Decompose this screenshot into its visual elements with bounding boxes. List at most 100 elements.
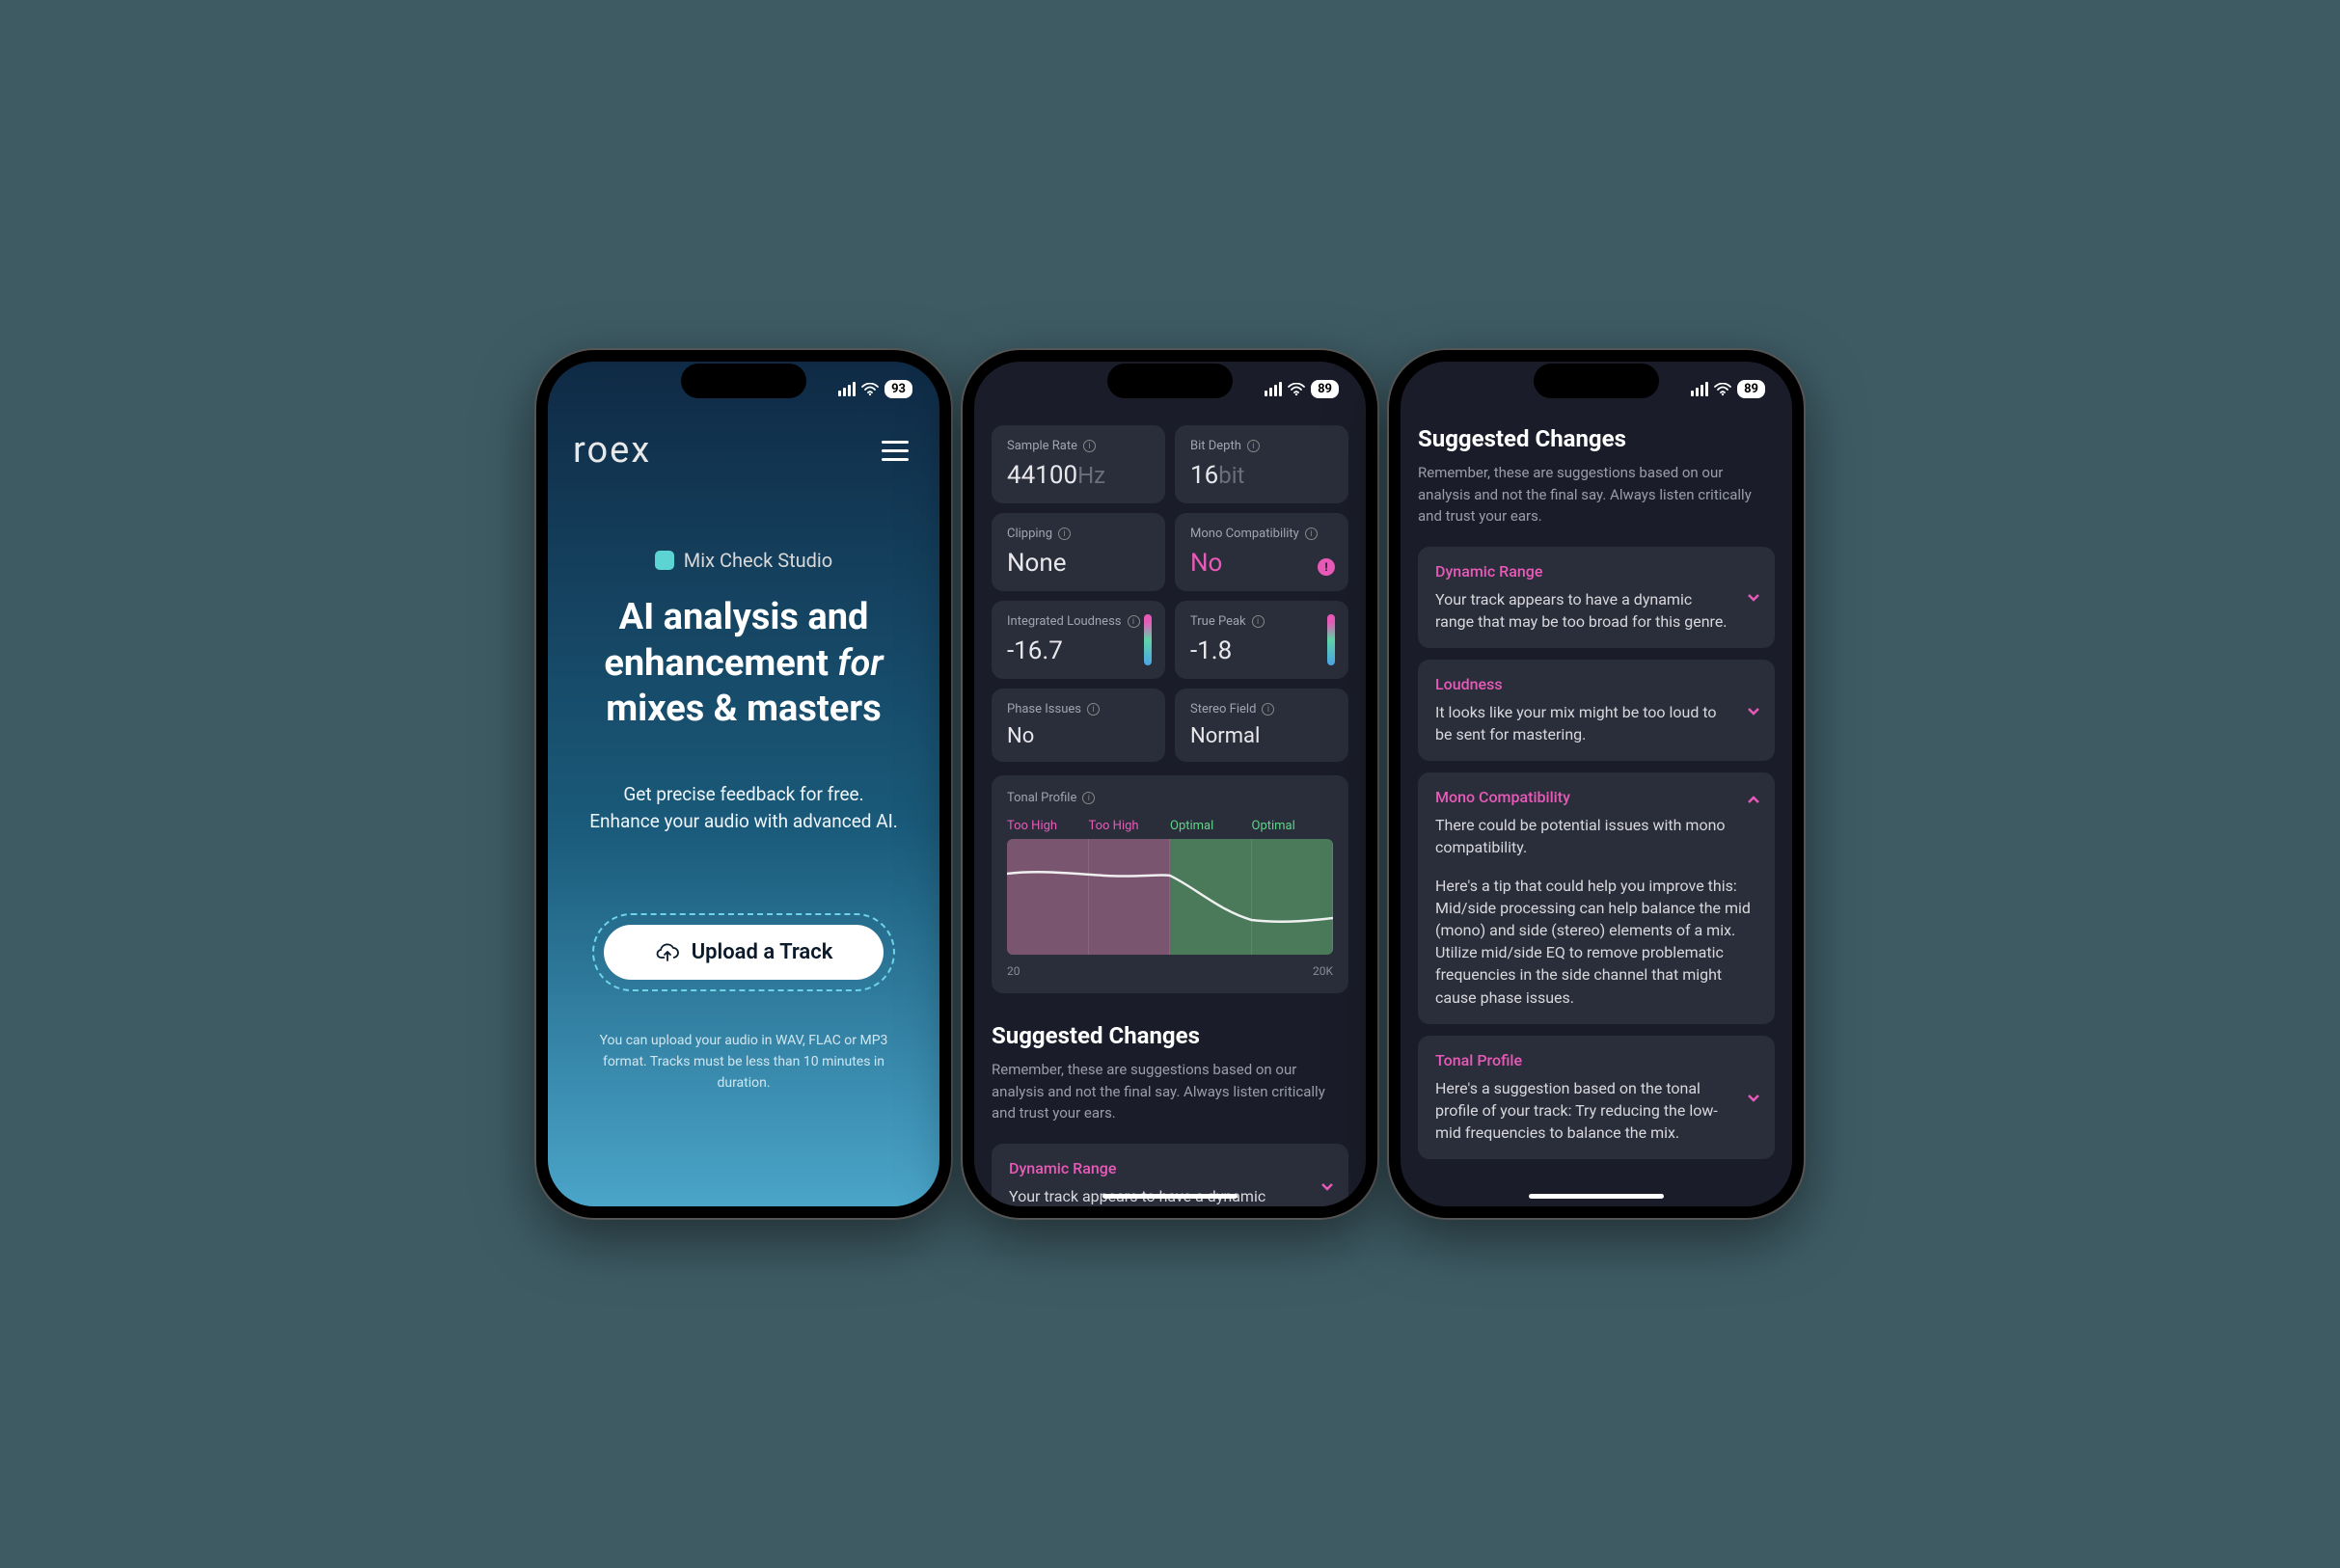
upload-note: You can upload your audio in WAV, FLAC o… bbox=[573, 1030, 914, 1095]
suggest-body: There could be potential issues with mon… bbox=[1435, 814, 1757, 858]
metric-label: Sample Rate bbox=[1007, 439, 1077, 453]
suggest-title: Loudness bbox=[1435, 675, 1757, 693]
chevron-down-icon bbox=[1746, 703, 1761, 718]
meter-bar-icon bbox=[1144, 614, 1152, 665]
headline: AI analysis and enhancement for mixes & … bbox=[573, 595, 914, 733]
sub-line-1: Get precise feedback for free. bbox=[573, 781, 914, 809]
subheadline: Get precise feedback for free. Enhance y… bbox=[573, 781, 914, 836]
metric-stereo: Stereo Field i Normal bbox=[1175, 689, 1348, 762]
tonal-axis: 20 20K bbox=[1007, 964, 1333, 978]
home-indicator[interactable] bbox=[1102, 1194, 1238, 1199]
suggest-title: Dynamic Range bbox=[1435, 562, 1757, 581]
suggested-desc: Remember, these are suggestions based on… bbox=[1418, 462, 1775, 527]
metric-unit: bit bbox=[1218, 462, 1244, 489]
headline-post: mixes & masters bbox=[606, 688, 881, 730]
notch bbox=[1107, 364, 1233, 398]
info-icon[interactable]: i bbox=[1058, 527, 1071, 540]
suggest-body: Your track appears to have a dynamic ran… bbox=[1435, 588, 1757, 633]
badge-icon bbox=[655, 551, 674, 570]
metric-clipping: Clippingi None bbox=[992, 513, 1165, 591]
upload-icon bbox=[655, 941, 680, 962]
battery-indicator: 89 bbox=[1737, 380, 1765, 398]
chevron-down-icon bbox=[1746, 1090, 1761, 1105]
axis-max: 20K bbox=[1313, 964, 1333, 978]
band-status: Too High bbox=[1007, 819, 1089, 833]
upload-label: Upload a Track bbox=[692, 940, 833, 964]
suggested-desc: Remember, these are suggestions based on… bbox=[992, 1059, 1348, 1124]
upload-button[interactable]: Upload a Track bbox=[604, 925, 884, 980]
metric-value: 16 bbox=[1190, 461, 1218, 490]
chevron-down-icon bbox=[1746, 589, 1761, 605]
suggest-body: Here's a suggestion based on the tonal p… bbox=[1435, 1077, 1757, 1145]
chevron-down-icon bbox=[1320, 1178, 1335, 1194]
headline-pre: AI analysis and enhancement bbox=[604, 596, 868, 685]
header: roex bbox=[573, 429, 914, 472]
band-status: Optimal bbox=[1252, 819, 1334, 833]
notch bbox=[681, 364, 806, 398]
product-badge: Mix Check Studio bbox=[573, 549, 914, 572]
suggest-body: It looks like your mix might be too loud… bbox=[1435, 701, 1757, 745]
wifi-icon bbox=[861, 382, 879, 395]
suggested-title: Suggested Changes bbox=[992, 1022, 1348, 1049]
suggest-dynamic-range[interactable]: Dynamic Range Your track appears to have… bbox=[1418, 547, 1775, 648]
metric-sample-rate: Sample Rate i 44100Hz bbox=[992, 425, 1165, 503]
tonal-label: Tonal Profile bbox=[1007, 791, 1076, 805]
menu-icon[interactable] bbox=[876, 435, 914, 467]
upload-dropzone[interactable]: Upload a Track bbox=[592, 913, 895, 991]
metric-value: No bbox=[1007, 724, 1150, 748]
suggested-title: Suggested Changes bbox=[1418, 425, 1775, 452]
info-icon[interactable]: i bbox=[1305, 527, 1318, 540]
screen-analysis: 89 Sample Rate i 44100Hz Bit Depth i 16bit… bbox=[974, 362, 1366, 1206]
axis-min: 20 bbox=[1007, 964, 1020, 978]
suggest-tonal-profile[interactable]: Tonal Profile Here's a suggestion based … bbox=[1418, 1036, 1775, 1160]
metric-value: -1.8 bbox=[1190, 636, 1333, 665]
metric-label: Integrated Loudness bbox=[1007, 614, 1122, 629]
suggest-title: Mono Compatibility bbox=[1435, 788, 1757, 806]
metric-true-peak: True Peak i -1.8 bbox=[1175, 601, 1348, 679]
phone-3: 89 Suggested Changes Remember, these are… bbox=[1389, 350, 1804, 1218]
tonal-profile-card: Tonal Profile i Too High Too High Optimal… bbox=[992, 775, 1348, 993]
info-icon[interactable]: i bbox=[1128, 615, 1140, 628]
signal-icon bbox=[1691, 382, 1708, 396]
metric-mono-compat: Mono Compatibility i No ! bbox=[1175, 513, 1348, 591]
signal-icon bbox=[1265, 382, 1282, 396]
metric-unit: Hz bbox=[1077, 462, 1105, 489]
screen-landing: 93 roex Mix Check Studio AI analysis and… bbox=[548, 362, 939, 1206]
metric-label: Stereo Field bbox=[1190, 702, 1256, 716]
metric-phase: Phase Issuesi No bbox=[992, 689, 1165, 762]
screen-suggestions: 89 Suggested Changes Remember, these are… bbox=[1401, 362, 1792, 1206]
suggest-title: Tonal Profile bbox=[1435, 1051, 1757, 1069]
band-status: Optimal bbox=[1170, 819, 1252, 833]
metric-value: No bbox=[1190, 549, 1333, 578]
metric-value: None bbox=[1007, 549, 1150, 578]
metric-label: Bit Depth bbox=[1190, 439, 1241, 453]
suggest-title: Dynamic Range bbox=[1009, 1159, 1331, 1177]
metric-label: Mono Compatibility bbox=[1190, 527, 1299, 541]
metric-value: Normal bbox=[1190, 724, 1333, 748]
info-icon[interactable]: i bbox=[1247, 440, 1260, 452]
info-icon[interactable]: i bbox=[1087, 703, 1100, 716]
suggest-mono-compat[interactable]: Mono Compatibility There could be potent… bbox=[1418, 772, 1775, 1024]
metric-value: -16.7 bbox=[1007, 636, 1150, 665]
metric-bit-depth: Bit Depth i 16bit bbox=[1175, 425, 1348, 503]
suggest-loudness[interactable]: Loudness It looks like your mix might be… bbox=[1418, 660, 1775, 761]
home-indicator[interactable] bbox=[1529, 1194, 1664, 1199]
battery-indicator: 89 bbox=[1311, 380, 1339, 398]
alert-icon: ! bbox=[1318, 558, 1335, 576]
tonal-band-labels: Too High Too High Optimal Optimal bbox=[1007, 819, 1333, 833]
battery-indicator: 93 bbox=[884, 380, 912, 398]
sub-line-2: Enhance your audio with advanced AI. bbox=[573, 808, 914, 836]
suggest-tip: Here's a tip that could help you improve… bbox=[1435, 875, 1757, 1009]
info-icon[interactable]: i bbox=[1262, 703, 1274, 716]
badge-text: Mix Check Studio bbox=[684, 549, 832, 572]
info-icon[interactable]: i bbox=[1252, 615, 1265, 628]
metric-value: 44100 bbox=[1007, 461, 1077, 490]
meter-bar-icon bbox=[1327, 614, 1335, 665]
tonal-chart bbox=[1007, 839, 1333, 955]
signal-icon bbox=[838, 382, 856, 396]
info-icon[interactable]: i bbox=[1083, 440, 1096, 452]
metric-label: True Peak bbox=[1190, 614, 1246, 629]
wifi-icon bbox=[1714, 382, 1731, 395]
info-icon[interactable]: i bbox=[1082, 792, 1095, 804]
band-status: Too High bbox=[1089, 819, 1171, 833]
